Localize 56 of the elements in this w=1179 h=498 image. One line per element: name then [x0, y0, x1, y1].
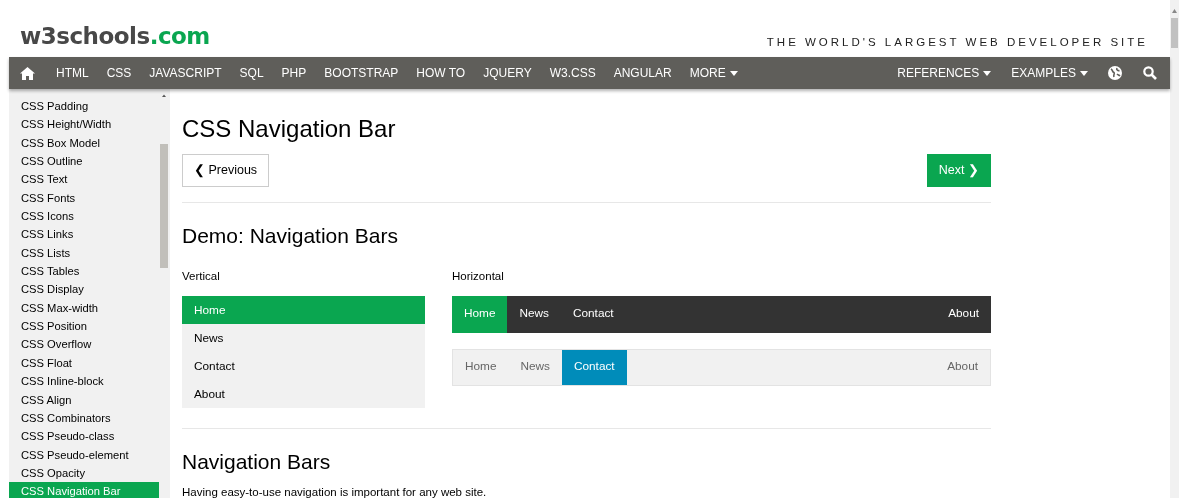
tagline: THE WORLD'S LARGEST WEB DEVELOPER SITE — [766, 34, 1148, 50]
nav-link[interactable]: BOOTSTRAP — [315, 57, 408, 89]
sidebar-link[interactable]: CSS Position — [9, 317, 159, 336]
sidebar-link[interactable]: CSS Align — [9, 390, 159, 409]
sidebar-link[interactable]: CSS Opacity — [9, 463, 159, 483]
paragraph: Having easy-to-use navigation is important for any web site. — [182, 484, 488, 498]
nav-link[interactable]: CSS — [97, 57, 141, 89]
nav-link[interactable]: JAVASCRIPT — [140, 57, 231, 89]
sidebar-link[interactable]: CSS Pseudo-class — [9, 427, 159, 446]
sidebar-link[interactable]: CSS Padding — [9, 97, 159, 116]
nav-link[interactable]: HOW TO — [407, 57, 475, 89]
nav-link[interactable]: About — [936, 295, 991, 333]
demo-label: Vertical — [182, 269, 221, 285]
sidebar-link[interactable]: CSS Pseudo-element — [9, 445, 159, 464]
sidebar-link[interactable]: CSS Tables — [9, 262, 159, 281]
sidebar-link[interactable]: CSS Inline-block — [9, 372, 159, 391]
page-title: CSS Navigation Bar — [182, 116, 397, 143]
nav-link[interactable]: News — [507, 295, 561, 333]
nav-link[interactable]: W3.CSS — [540, 57, 605, 89]
nav-link[interactable]: News — [508, 349, 562, 385]
nav-link[interactable]: About — [935, 349, 990, 385]
sidebar-link[interactable]: CSS Float — [9, 353, 159, 373]
sidebar-link[interactable]: CSS Overflow — [9, 335, 159, 354]
sidebar-link[interactable]: CSS Max-width — [9, 298, 159, 318]
search-icon — [1143, 66, 1157, 80]
globe-icon — [1108, 66, 1122, 80]
sidebar-link[interactable]: CSS Lists — [9, 243, 159, 263]
sidebar-link[interactable]: CSS Box Model — [9, 133, 159, 153]
nav-link[interactable]: SQL — [230, 57, 273, 89]
nav-link[interactable]: Home — [453, 349, 509, 385]
sidebar-link[interactable]: CSS Fonts — [9, 188, 159, 208]
nav-link[interactable]: MORE — [680, 57, 747, 89]
nav-link[interactable]: JQUERY — [474, 57, 541, 89]
logo[interactable]: w3schools.com — [20, 25, 210, 48]
section-heading: Demo: Navigation Bars — [182, 223, 399, 249]
sidebar-link[interactable]: CSS Icons — [9, 207, 159, 226]
demo-label: Horizontal — [452, 269, 505, 285]
nav-link[interactable]: Contact — [561, 349, 627, 385]
nav-link[interactable]: EXAMPLES — [1002, 57, 1099, 89]
sidebar-link[interactable]: CSS Display — [9, 280, 159, 299]
section-heading: Navigation Bars — [182, 448, 332, 474]
nav-link[interactable]: HTML — [47, 57, 98, 89]
sidebar-link[interactable]: CSS Text — [9, 170, 159, 189]
home-icon — [20, 66, 35, 80]
previous-button[interactable]: ❮ Previous — [182, 154, 270, 188]
nav-link[interactable]: Contact — [560, 295, 626, 333]
nav-link[interactable]: Contact — [182, 351, 425, 380]
sidebar-link[interactable]: CSS Outline — [9, 152, 159, 171]
nav-link[interactable]: REFERENCES — [888, 57, 1003, 89]
sidebar-link[interactable]: CSS Links — [9, 225, 159, 244]
nav-link[interactable]: News — [182, 323, 425, 352]
nav-link[interactable]: ANGULAR — [604, 57, 681, 89]
nav-link[interactable]: PHP — [272, 57, 316, 89]
nav-link[interactable]: About — [182, 379, 425, 408]
sidebar-link[interactable]: CSS Combinators — [9, 408, 159, 428]
sidebar-link[interactable]: CSS Height/Width — [9, 115, 159, 134]
